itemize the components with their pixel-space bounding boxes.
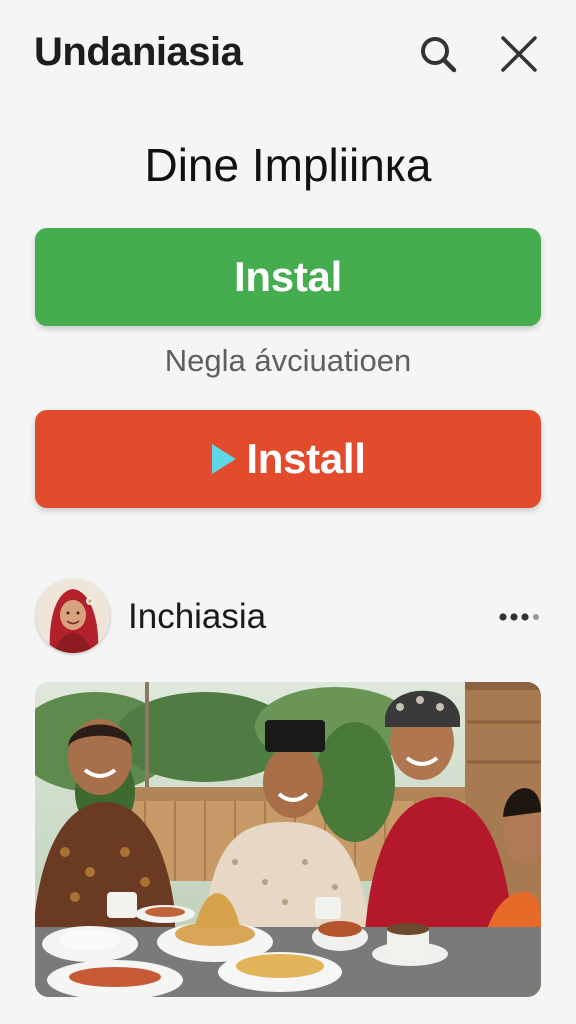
install-button-secondary-label: Install xyxy=(246,435,366,482)
post-author-name: Inchiasia xyxy=(128,597,267,636)
more-options-button[interactable] xyxy=(494,603,546,631)
close-button[interactable] xyxy=(497,32,541,76)
play-icon xyxy=(210,442,238,476)
app-header: Undaniasia xyxy=(0,0,576,110)
close-icon xyxy=(501,36,537,72)
promo-subtitle: Negla ávciuatioen xyxy=(164,343,412,378)
post-header: Inchiasia xyxy=(0,577,576,657)
more-options-icon xyxy=(499,613,539,621)
install-button-primary[interactable]: Instal xyxy=(35,228,541,326)
promo-title: Dine Impliinка xyxy=(144,139,432,191)
post-caption-clipped xyxy=(36,1012,542,1024)
search-button[interactable] xyxy=(416,32,460,76)
post-photo[interactable] xyxy=(35,682,541,997)
install-button-secondary[interactable]: Install xyxy=(35,410,541,508)
install-button-primary-label: Instal xyxy=(234,253,342,300)
search-icon xyxy=(421,37,457,73)
app-brand-title: Undaniasia xyxy=(34,30,243,74)
avatar[interactable] xyxy=(36,579,110,653)
